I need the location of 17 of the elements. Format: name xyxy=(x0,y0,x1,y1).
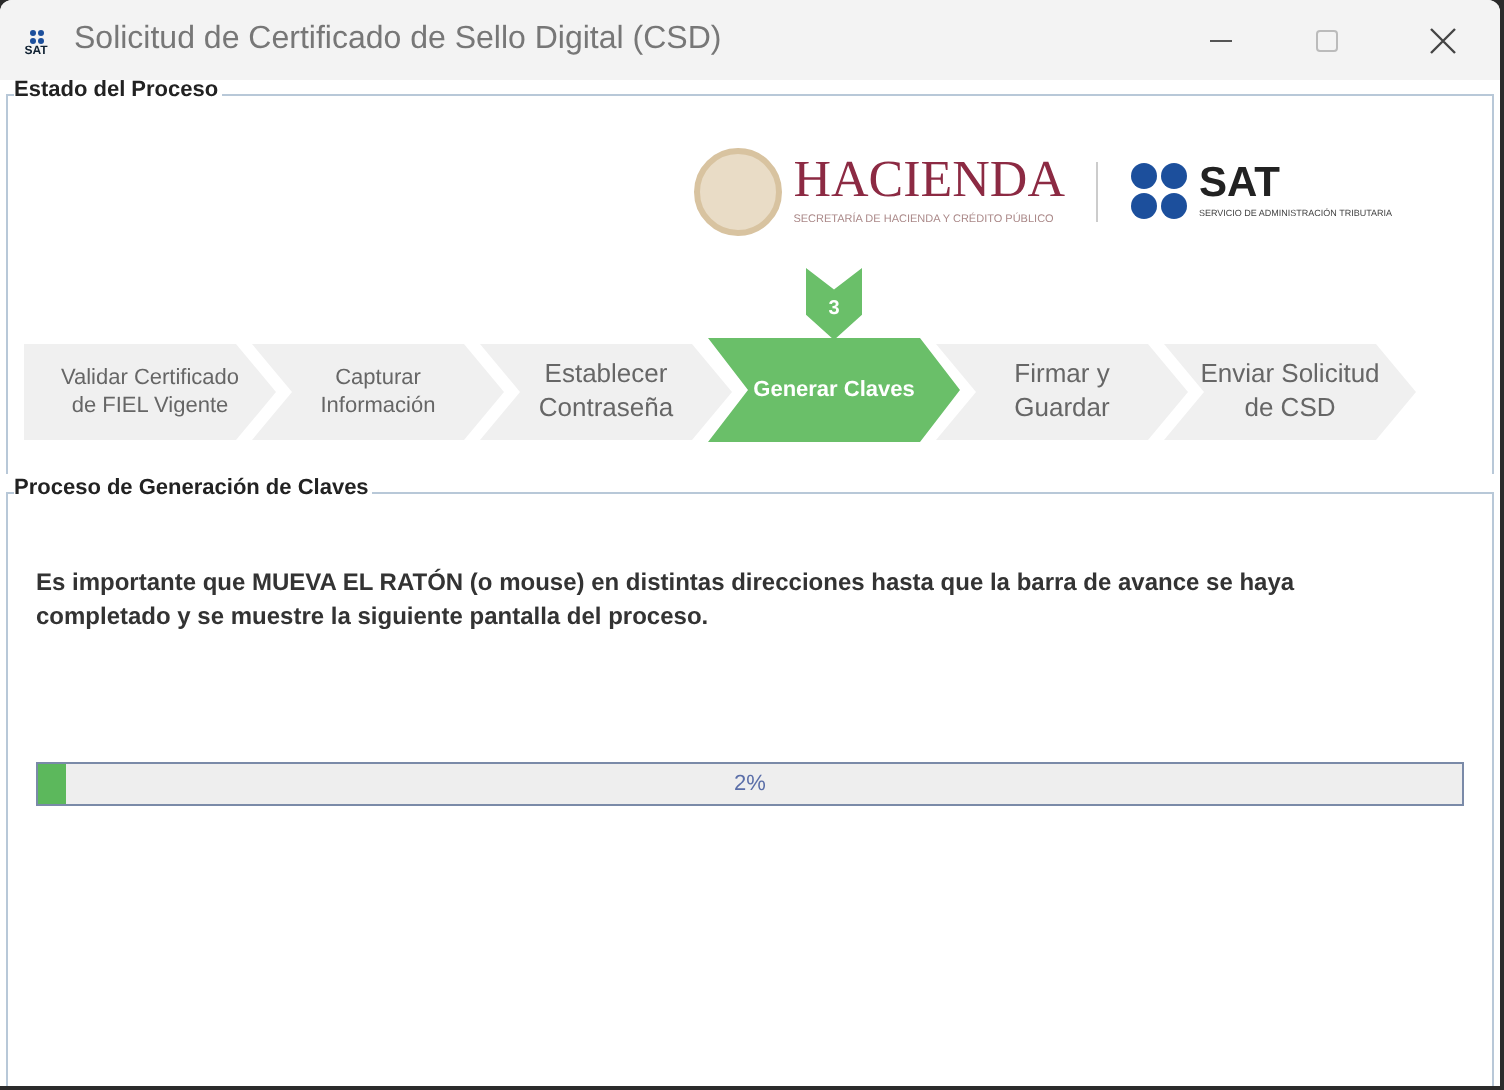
process-step: Enviar Solicitud de CSD xyxy=(1164,344,1416,440)
process-step: Establecer Contraseña xyxy=(480,344,732,440)
instruction-text: Es importante que MUEVA EL RATÓN (o mouse) en distintas direcciones hasta que la barra de avance se haya completado y se muestre la siguiente pantalla del proceso. xyxy=(36,566,1297,634)
group-title: Proceso de Generación de Claves xyxy=(14,478,373,500)
process-step: Generar Claves xyxy=(708,338,960,442)
progress-reading: 2% xyxy=(732,769,768,800)
process-step: Firmar y Guardar xyxy=(936,344,1188,440)
dots-icon xyxy=(1130,162,1191,222)
group-title: Estado del Proceso xyxy=(14,80,223,102)
process-step: Capturar Información xyxy=(252,344,504,440)
process-step: Validar Certificado de FIEL Vigente xyxy=(24,344,276,440)
window-title: Solicitud de Certificado de Sello Digital (CSD) xyxy=(74,20,722,60)
step-marker: 3 xyxy=(806,268,862,340)
close-icon xyxy=(1429,27,1455,53)
sat-wordmark: SAT xyxy=(1198,162,1282,205)
hacienda-wordmark: HACIENDA xyxy=(793,154,1065,207)
seal-icon xyxy=(693,148,782,236)
